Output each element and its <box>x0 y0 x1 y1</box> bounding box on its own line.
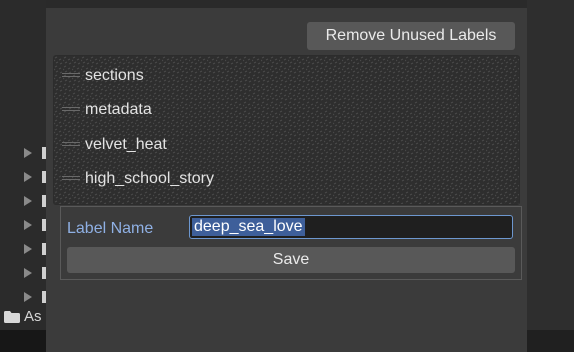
expand-arrow-icon[interactable] <box>24 196 32 206</box>
expand-arrow-icon[interactable] <box>24 268 32 278</box>
label-name: metadata <box>85 101 152 118</box>
folder-icon <box>4 311 20 323</box>
list-item[interactable]: velvet_heat <box>54 128 519 162</box>
assets-folder-label[interactable]: As <box>24 308 42 325</box>
expand-arrow-icon[interactable] <box>24 244 32 254</box>
panel-footer <box>0 330 46 352</box>
label-name: high_school_story <box>85 170 214 187</box>
panel-footer <box>527 330 574 352</box>
hierarchy-panel: As <box>0 0 46 352</box>
label-name: sections <box>85 67 144 84</box>
remove-unused-labels-button[interactable]: Remove Unused Labels <box>307 22 515 50</box>
expand-arrow-icon[interactable] <box>24 172 32 182</box>
expand-arrow-icon[interactable] <box>24 292 32 302</box>
save-button[interactable]: Save <box>67 247 515 273</box>
drag-handle-icon[interactable] <box>62 176 80 184</box>
label-edit-panel: Label Name deep_sea_love Save <box>60 206 522 280</box>
list-item[interactable]: metadata <box>54 93 519 127</box>
expand-arrow-icon[interactable] <box>24 148 32 158</box>
drag-handle-icon[interactable] <box>62 107 80 115</box>
popup-header-strip <box>46 0 527 8</box>
label-name-input[interactable]: deep_sea_love <box>189 215 513 239</box>
list-item[interactable]: sections <box>54 59 519 93</box>
drag-handle-icon[interactable] <box>62 73 80 81</box>
label-list: sections metadata velvet_heat high_schoo… <box>53 55 520 205</box>
label-name: velvet_heat <box>85 136 167 153</box>
expand-arrow-icon[interactable] <box>24 220 32 230</box>
side-panel <box>527 0 574 352</box>
drag-handle-icon[interactable] <box>62 142 80 150</box>
label-name-input-value: deep_sea_love <box>192 218 305 236</box>
label-manager-popup: Remove Unused Labels sections metadata v… <box>46 0 527 352</box>
list-item[interactable]: high_school_story <box>54 162 519 196</box>
label-name-field-label: Label Name <box>67 220 154 237</box>
